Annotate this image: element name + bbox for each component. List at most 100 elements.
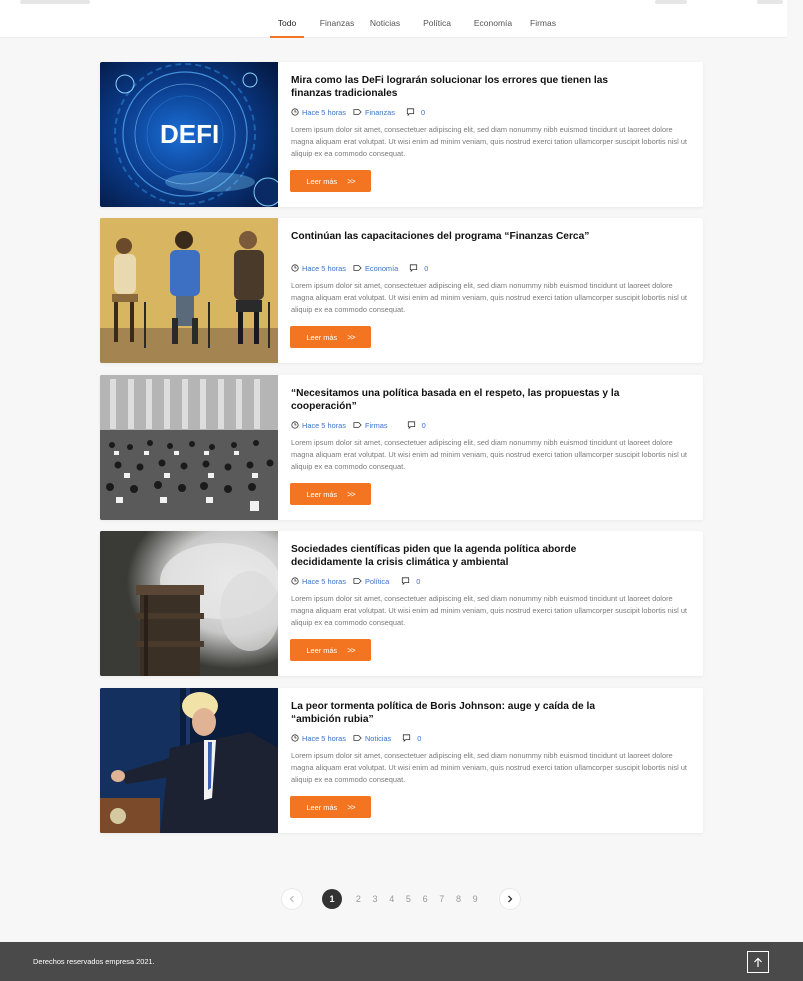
comment-icon — [407, 421, 415, 429]
clock-icon — [291, 421, 299, 429]
article-meta: Hace 5 horas Firmas 0 — [291, 419, 691, 431]
article-excerpt: Lorem ipsum dolor sit amet, consectetuer… — [291, 438, 687, 471]
article-image[interactable] — [100, 218, 278, 363]
time-label: Hace 5 horas — [302, 733, 346, 743]
article-excerpt: Lorem ipsum dolor sit amet, consectetuer… — [291, 281, 687, 314]
article-title[interactable]: “Necesitamos una política basada en el r… — [291, 388, 621, 414]
boris-johnson-photo — [100, 688, 278, 833]
time-label: Hace 5 horas — [302, 107, 346, 117]
clock-icon — [291, 734, 299, 742]
top-nav: Todo Finanzas Noticias Política Economía… — [0, 0, 787, 38]
article-time: Hace 5 horas — [291, 577, 346, 586]
cropped-logo — [20, 0, 90, 4]
time-label: Hace 5 horas — [302, 420, 346, 430]
tag-icon — [353, 422, 362, 428]
tag-icon — [353, 578, 362, 584]
page-link[interactable]: 3 — [367, 894, 384, 904]
comment-count: 0 — [416, 576, 421, 586]
tab-noticias[interactable]: Noticias — [362, 0, 408, 38]
tag-icon — [353, 109, 362, 115]
comment-count: 0 — [424, 263, 429, 273]
tag-icon — [353, 735, 362, 741]
page-link[interactable]: 9 — [467, 894, 484, 904]
article-image[interactable] — [100, 375, 278, 520]
page-link[interactable]: 7 — [433, 894, 450, 904]
double-chevron-right-icon: >> — [347, 645, 355, 655]
article-comments[interactable]: 0 — [407, 421, 426, 430]
footer: Derechos reservados empresa 2021. — [0, 942, 803, 981]
read-more-button[interactable]: Leer más >> — [290, 170, 371, 192]
page-link[interactable]: 4 — [383, 894, 400, 904]
read-more-button[interactable]: Leer más >> — [290, 796, 371, 818]
tab-finanzas[interactable]: Finanzas — [312, 0, 362, 38]
article-comments[interactable]: 0 — [401, 577, 420, 586]
category-tabs: Todo Finanzas Noticias Política Economía… — [270, 0, 566, 38]
prev-page-button[interactable] — [282, 889, 302, 909]
article-meta: Hace 5 horas Política 0 — [291, 575, 691, 587]
article-title[interactable]: La peor tormenta política de Boris Johns… — [291, 701, 609, 727]
double-chevron-right-icon: >> — [347, 176, 355, 186]
chimney-smoke-photo — [100, 531, 278, 676]
comment-icon — [402, 577, 410, 585]
page-link[interactable]: 5 — [400, 894, 417, 904]
next-page-button[interactable] — [499, 889, 520, 909]
page-link[interactable]: 2 — [350, 894, 367, 904]
article-time: Hace 5 horas — [291, 108, 346, 117]
comment-count: 0 — [421, 420, 426, 430]
chevron-right-icon — [507, 895, 512, 903]
article-image[interactable]: DEFI — [100, 62, 278, 207]
category-label: Política — [364, 576, 390, 586]
comment-count: 0 — [417, 733, 422, 743]
article-category[interactable]: Finanzas — [353, 108, 395, 117]
article-image[interactable] — [100, 688, 278, 833]
category-label: Economía — [364, 263, 399, 273]
article-body: Sociedades científicas piden que la agen… — [291, 544, 691, 629]
read-more-label: Leer más — [306, 645, 338, 655]
article-image[interactable] — [100, 531, 278, 676]
clock-icon — [291, 108, 299, 116]
parliament-protest-photo — [100, 375, 278, 520]
article-meta: Hace 5 horas Finanzas 0 — [291, 106, 691, 118]
article-card: “Necesitamos una política basada en el r… — [100, 375, 703, 520]
tab-todo[interactable]: Todo — [270, 0, 304, 38]
tab-firmas[interactable]: Firmas — [520, 0, 566, 38]
read-more-button[interactable]: Leer más >> — [290, 639, 371, 661]
article-meta: Hace 5 horas Noticias 0 — [291, 732, 691, 744]
article-category[interactable]: Firmas — [353, 421, 388, 430]
article-comments[interactable]: 0 — [402, 734, 421, 743]
article-title[interactable]: Mira como las DeFi lograrán solucionar l… — [291, 75, 611, 101]
article-excerpt: Lorem ipsum dolor sit amet, consectetuer… — [291, 751, 687, 784]
article-body: “Necesitamos una política basada en el r… — [291, 388, 691, 473]
article-title[interactable]: Continúan las capacitaciones del program… — [291, 231, 611, 257]
article-card: Continúan las capacitaciones del program… — [100, 218, 703, 363]
read-more-button[interactable]: Leer más >> — [290, 483, 371, 505]
page-link[interactable]: 8 — [450, 894, 467, 904]
article-category[interactable]: Economía — [353, 264, 398, 273]
clock-icon — [291, 264, 299, 272]
cropped-nav-element — [757, 0, 783, 4]
tab-politica[interactable]: Política — [408, 0, 466, 38]
defi-image-text: DEFI — [160, 119, 219, 149]
back-to-top-button[interactable] — [747, 951, 769, 973]
cropped-nav-element — [655, 0, 687, 4]
tab-economia[interactable]: Economía — [466, 0, 520, 38]
article-card: La peor tormenta política de Boris Johns… — [100, 688, 703, 833]
article-comments[interactable]: 0 — [406, 108, 425, 117]
comment-icon — [410, 264, 418, 272]
read-more-label: Leer más — [306, 176, 338, 186]
article-category[interactable]: Noticias — [353, 734, 391, 743]
article-category[interactable]: Política — [353, 577, 389, 586]
page-link[interactable]: 6 — [417, 894, 434, 904]
read-more-button[interactable]: Leer más >> — [290, 326, 371, 348]
article-card: DEFI Mira como las DeFi lograrán solucio… — [100, 62, 703, 207]
article-title[interactable]: Sociedades científicas piden que la agen… — [291, 544, 591, 570]
article-comments[interactable]: 0 — [409, 264, 428, 273]
page-current[interactable]: 1 — [322, 889, 342, 909]
comment-icon — [403, 734, 411, 742]
article-card: Sociedades científicas piden que la agen… — [100, 531, 703, 676]
article-excerpt: Lorem ipsum dolor sit amet, consectetuer… — [291, 594, 687, 627]
double-chevron-right-icon: >> — [347, 332, 355, 342]
tag-icon — [353, 265, 362, 271]
read-more-label: Leer más — [306, 332, 338, 342]
defi-image: DEFI — [100, 62, 278, 207]
